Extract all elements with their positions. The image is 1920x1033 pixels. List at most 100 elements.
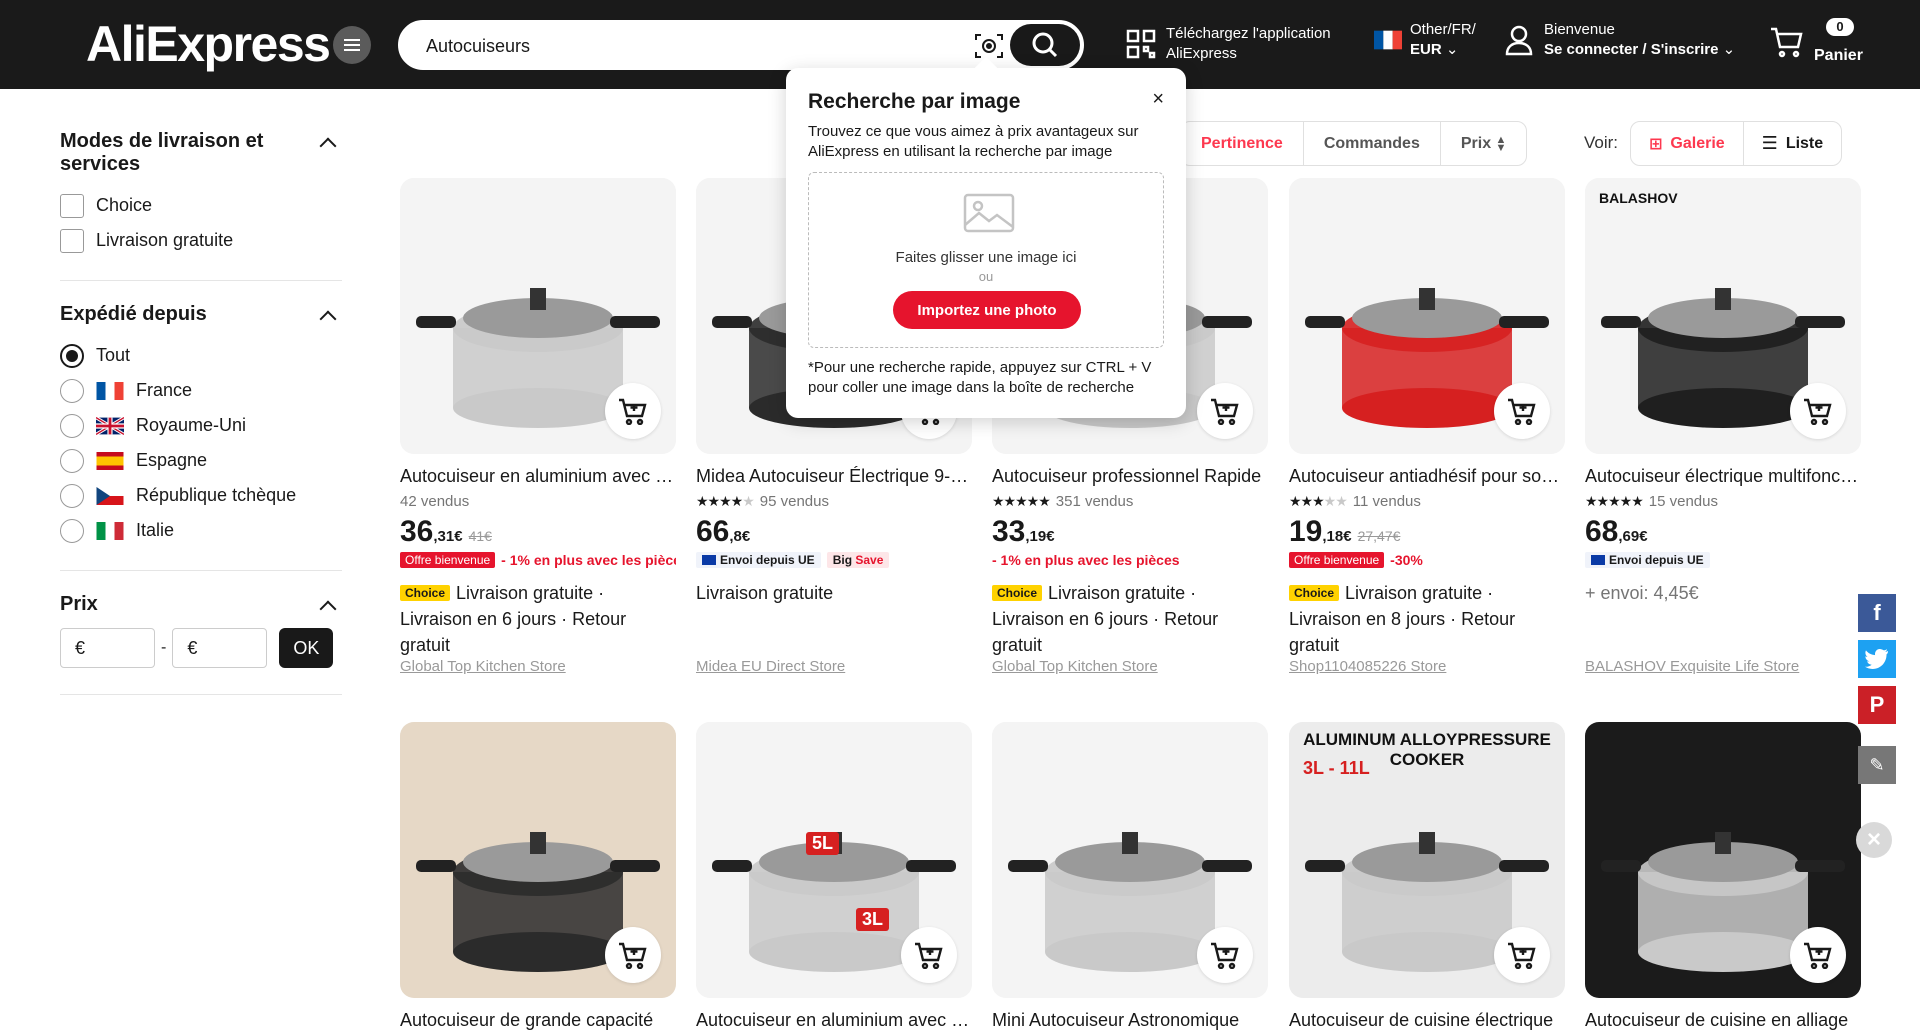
price-filter-title: Prix — [60, 593, 98, 615]
add-to-cart-button[interactable] — [1197, 383, 1253, 439]
add-to-cart-button[interactable] — [605, 927, 661, 983]
product-title[interactable]: Autocuiseur en aluminium avec soupape — [696, 1010, 972, 1033]
product-card[interactable]: BALASHOV Autocuiseur électrique multifonc… — [1585, 178, 1861, 675]
view-gallery[interactable]: ⊞ Galerie — [1631, 122, 1744, 165]
product-card[interactable]: 5L 3L Autocuiseur en aluminium avec soupap… — [696, 722, 972, 1033]
radio[interactable] — [60, 413, 84, 438]
add-to-cart-button[interactable] — [1494, 927, 1550, 983]
product-thumbnail[interactable]: ALUMINUM ALLOYPRESSURE COOKER 3L - 11L — [1289, 722, 1565, 998]
radio[interactable] — [60, 518, 84, 543]
sort-price[interactable]: Prix ▲ ▼ — [1441, 122, 1527, 165]
product-title[interactable]: Midea Autocuiseur Électrique 9-en-1 — [696, 466, 972, 489]
product-card[interactable]: ALUMINUM ALLOYPRESSURE COOKER 3L - 11L Aut… — [1289, 722, 1565, 1033]
radio[interactable] — [60, 483, 84, 508]
search-button[interactable] — [1010, 24, 1080, 66]
product-thumbnail[interactable]: 5L 3L — [696, 722, 972, 998]
download-app-link[interactable]: Téléchargez l'application AliExpress — [1126, 24, 1331, 64]
account-menu[interactable]: Bienvenue Se connecter / S'inscrire ⌄ — [1504, 20, 1735, 60]
ship-option-uk[interactable]: Royaume-Uni — [60, 408, 342, 443]
shipping-info: Choice Livraison gratuite · Livraison en … — [400, 580, 676, 658]
brand-label: BALASHOV — [1599, 190, 1678, 206]
ship-option-czech[interactable]: République tchèque — [60, 478, 342, 513]
facebook-share-icon[interactable]: f — [1858, 594, 1896, 632]
chevron-up-icon[interactable] — [319, 600, 337, 618]
price-max-input[interactable]: € — [172, 628, 268, 668]
signin-link[interactable]: Se connecter / S'inscrire — [1544, 41, 1718, 58]
store-link[interactable]: Shop1104085226 Store — [1289, 658, 1565, 675]
ship-option-italy[interactable]: Italie — [60, 513, 342, 548]
ship-option-spain[interactable]: Espagne — [60, 443, 342, 478]
product-card[interactable]: Autocuiseur en aluminium avec couvercle 4… — [400, 178, 676, 675]
app-line1: Téléchargez l'application — [1166, 25, 1331, 42]
menu-button[interactable] — [333, 26, 371, 64]
radio-selected[interactable] — [60, 343, 84, 368]
sort-orders[interactable]: Commandes — [1304, 122, 1441, 165]
edit-pencil-icon[interactable]: ✎ — [1858, 746, 1896, 784]
sort-price-label: Prix — [1460, 134, 1492, 152]
store-link[interactable]: Global Top Kitchen Store — [992, 658, 1268, 675]
product-thumbnail[interactable] — [1585, 722, 1861, 998]
add-to-cart-button[interactable] — [1494, 383, 1550, 439]
cart-button[interactable]: 0 Panier — [1770, 18, 1863, 66]
region-selector[interactable]: Other/FR/EUR ⌄ — [1374, 20, 1476, 60]
radio[interactable] — [60, 378, 84, 403]
product-thumbnail[interactable] — [400, 722, 676, 998]
add-to-cart-button[interactable] — [1790, 927, 1846, 983]
checkbox[interactable] — [60, 193, 84, 218]
sold-count: 42 vendus — [400, 493, 470, 510]
add-to-cart-button[interactable] — [901, 927, 957, 983]
aliexpress-logo[interactable]: AliExpress — [86, 15, 331, 73]
radio[interactable] — [60, 448, 84, 473]
twitter-share-icon[interactable] — [1858, 640, 1896, 678]
product-card[interactable]: Mini Autocuiseur Astronomique — [992, 722, 1268, 1033]
big-save-a: Big — [832, 553, 853, 567]
add-to-cart-button[interactable] — [605, 383, 661, 439]
price-filter-section: Prix € - € OK — [60, 593, 342, 695]
store-link[interactable]: Global Top Kitchen Store — [400, 658, 676, 675]
chevron-up-icon[interactable] — [319, 137, 337, 155]
add-to-cart-icon — [1508, 398, 1536, 425]
price-ok-button[interactable]: OK — [279, 628, 334, 668]
product-title[interactable]: Autocuiseur de cuisine en alliage — [1585, 1010, 1861, 1033]
close-share-icon[interactable]: × — [1856, 822, 1892, 858]
flag-italy-icon — [96, 521, 124, 540]
ship-option-all[interactable]: Tout — [60, 338, 342, 373]
product-card[interactable]: Autocuiseur antiadhésif pour soupe ★★★★★ 1… — [1289, 178, 1565, 675]
view-list[interactable]: ☰ Liste — [1744, 122, 1841, 165]
product-thumbnail[interactable] — [400, 178, 676, 454]
add-to-cart-button[interactable] — [1197, 927, 1253, 983]
product-thumbnail[interactable] — [1289, 178, 1565, 454]
store-link[interactable]: BALASHOV Exquisite Life Store — [1585, 658, 1861, 675]
sort-arrows-icon: ▲ ▼ — [1495, 133, 1507, 154]
camera-scan-icon — [975, 34, 1003, 58]
product-title[interactable]: Autocuiseur antiadhésif pour soupe — [1289, 466, 1565, 489]
ship-option-france[interactable]: France — [60, 373, 342, 408]
product-card[interactable]: Autocuiseur de grande capacité — [400, 722, 676, 1033]
close-icon[interactable]: × — [1152, 88, 1164, 111]
product-title[interactable]: Autocuiseur de grande capacité — [400, 1010, 676, 1033]
product-card[interactable]: Autocuiseur de cuisine en alliage — [1585, 722, 1861, 1033]
sort-relevance[interactable]: Pertinence — [1181, 122, 1304, 165]
image-search-button[interactable] — [974, 32, 1004, 60]
checkbox[interactable] — [60, 228, 84, 253]
product-title[interactable]: Autocuiseur électrique multifonction — [1585, 466, 1861, 489]
store-link[interactable]: Midea EU Direct Store — [696, 658, 972, 675]
product-thumbnail[interactable] — [992, 722, 1268, 998]
product-thumbnail[interactable]: BALASHOV — [1585, 178, 1861, 454]
filter-choice[interactable]: Choice — [60, 188, 342, 223]
search-input[interactable] — [426, 32, 926, 60]
filter-free-shipping[interactable]: Livraison gratuite — [60, 223, 342, 258]
welcome-offer-badge: Offre bienvenue — [400, 552, 496, 568]
product-title[interactable]: Mini Autocuiseur Astronomique — [992, 1010, 1268, 1033]
upload-photo-button[interactable]: Importez une photo — [893, 291, 1081, 329]
chevron-up-icon[interactable] — [319, 310, 337, 328]
image-dropzone[interactable]: Faites glisser une image ici ou Importez… — [808, 172, 1164, 348]
price-min-input[interactable]: € — [60, 628, 155, 668]
pinterest-share-icon[interactable]: P — [1858, 686, 1896, 724]
add-to-cart-button[interactable] — [1790, 383, 1846, 439]
product-title[interactable]: Autocuiseur de cuisine électrique — [1289, 1010, 1565, 1033]
product-title[interactable]: Autocuiseur professionnel Rapide — [992, 466, 1268, 489]
product-title[interactable]: Autocuiseur en aluminium avec couvercle — [400, 466, 676, 489]
eu-shipping-label: Envoi depuis UE — [1609, 553, 1704, 567]
rating-stars: ★★★★★ — [1585, 493, 1644, 509]
